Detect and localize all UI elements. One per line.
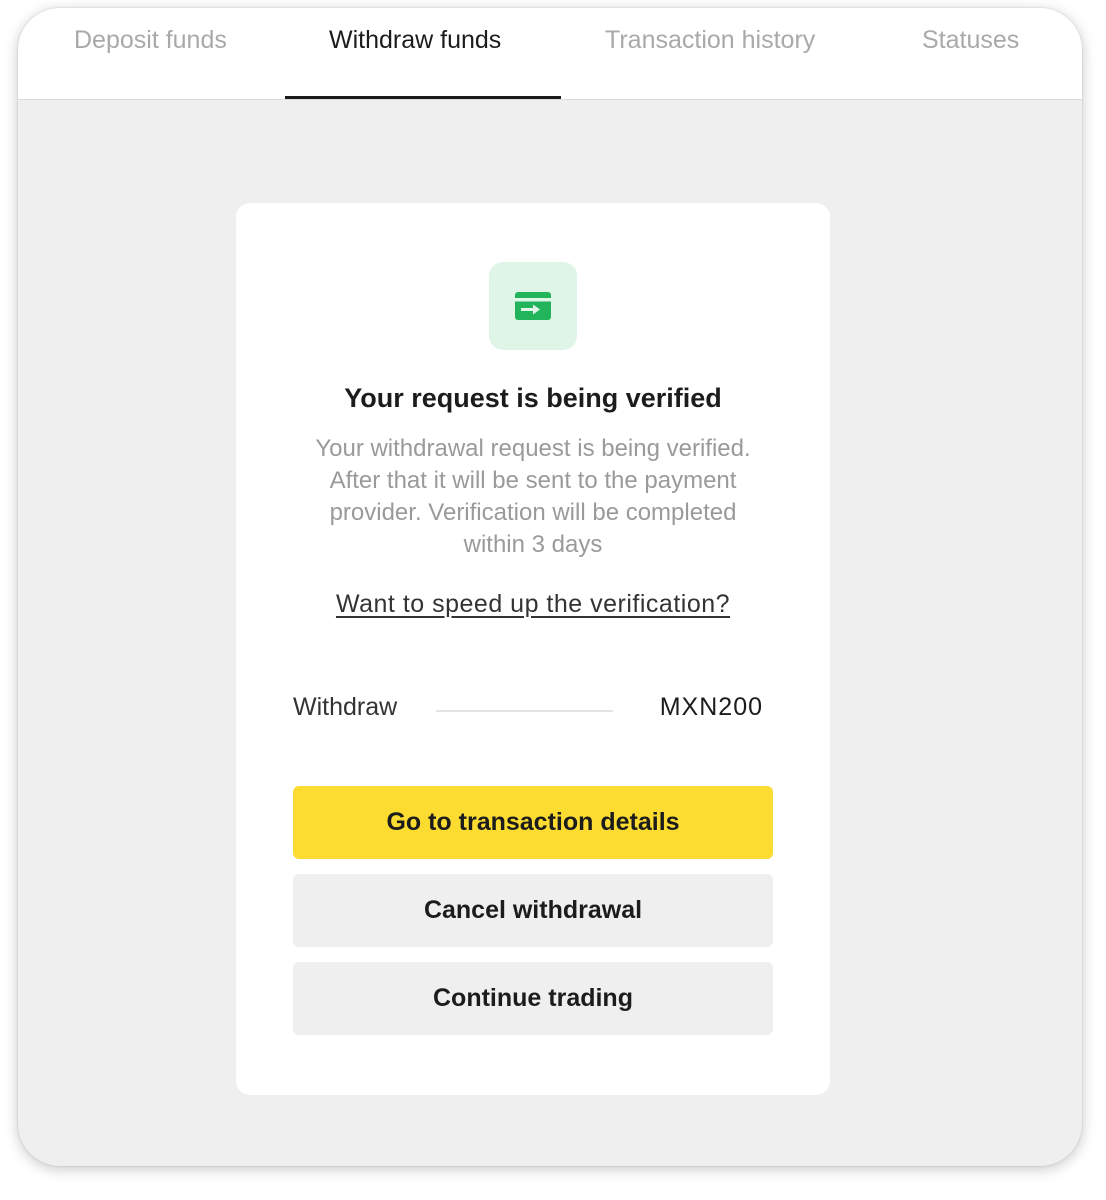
verification-card: Your request is being verified Your with… — [236, 203, 830, 1095]
page-title: Your request is being verified — [344, 383, 722, 413]
tab-deposit-funds[interactable]: Deposit funds — [74, 26, 227, 55]
tab-bar: Deposit funds Withdraw funds Transaction… — [18, 8, 1082, 100]
cancel-withdrawal-button[interactable]: Cancel withdrawal — [293, 874, 773, 947]
withdraw-label: Withdraw — [293, 693, 398, 721]
tab-transaction-history[interactable]: Transaction history — [605, 26, 815, 55]
status-icon-container — [489, 262, 577, 350]
withdraw-amount: MXN200 — [659, 693, 763, 721]
verification-description: Your withdrawal request is being verifie… — [315, 435, 751, 558]
continue-trading-button[interactable]: Continue trading — [293, 962, 773, 1035]
speed-up-verification-link[interactable]: Want to speed up the verification? — [236, 590, 830, 619]
app-window: Deposit funds Withdraw funds Transaction… — [18, 8, 1082, 1166]
active-tab-indicator — [285, 96, 561, 99]
go-to-transaction-details-button[interactable]: Go to transaction details — [293, 786, 773, 859]
summary-divider — [436, 710, 613, 712]
tab-withdraw-funds[interactable]: Withdraw funds — [329, 26, 501, 55]
card-transfer-icon — [515, 292, 551, 320]
tab-statuses[interactable]: Statuses — [922, 26, 1019, 55]
